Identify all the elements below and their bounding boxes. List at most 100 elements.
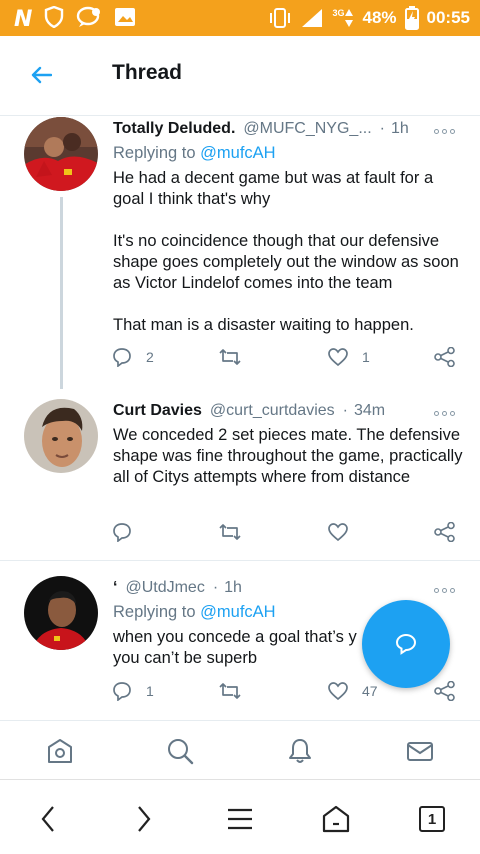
back-button[interactable] — [26, 62, 56, 88]
share-button[interactable] — [434, 681, 456, 701]
signal-icon — [300, 7, 324, 29]
tweet-paragraph: He had a decent game but was at fault fo… — [113, 169, 434, 208]
more-options-icon[interactable] — [434, 127, 456, 135]
chat-bubble-icon — [76, 6, 102, 33]
compose-reply-button[interactable] — [362, 600, 450, 688]
tab-home[interactable] — [44, 735, 76, 767]
like-button[interactable]: 47 — [328, 681, 378, 701]
tab-messages[interactable] — [404, 735, 436, 767]
tweet-text: We conceded 2 set pieces mate. The defen… — [113, 425, 463, 488]
retweet-button[interactable] — [218, 347, 242, 367]
browser-tabs-button[interactable]: 1 — [415, 802, 449, 836]
messages-mail-icon — [407, 742, 433, 761]
heart-icon — [328, 682, 348, 701]
like-count: 1 — [362, 349, 370, 365]
battery-charging-icon — [404, 6, 419, 30]
battery-percent: 48% — [362, 8, 397, 27]
browser-forward-button[interactable] — [127, 802, 161, 836]
reply-button[interactable] — [112, 522, 146, 542]
author-name[interactable]: ‘ — [113, 579, 117, 597]
heart-icon — [328, 348, 348, 367]
tweet-paragraph: It's no coincidence though that our defe… — [113, 232, 459, 292]
tabs-icon: 1 — [419, 806, 445, 832]
status-bar: N 3G 48% 00:55 — [0, 0, 480, 36]
share-icon — [434, 681, 455, 701]
back-chevron-icon — [41, 806, 54, 832]
reply-icon — [113, 523, 131, 542]
mention-link[interactable]: @mufcAH — [200, 603, 275, 621]
browser-menu-button[interactable] — [223, 802, 257, 836]
share-icon — [434, 347, 455, 367]
browser-home-button[interactable] — [319, 802, 353, 836]
meta-separator: · — [342, 402, 348, 419]
page-title: Thread — [112, 61, 183, 84]
tweet-time[interactable]: 1h — [391, 120, 409, 138]
notifications-bell-icon — [289, 739, 311, 763]
mention-link[interactable]: @mufcAH — [200, 144, 275, 162]
browser-nav-bar: 1 — [0, 779, 480, 854]
avatar[interactable] — [24, 576, 98, 650]
meta-separator: · — [212, 579, 219, 596]
reply-icon — [113, 682, 131, 701]
reply-count: 1 — [146, 683, 154, 699]
bottom-tab-bar — [0, 720, 480, 779]
thread-header: Thread — [0, 36, 480, 116]
tweet-actions — [112, 522, 462, 546]
menu-icon — [228, 808, 252, 830]
reply-icon — [113, 348, 131, 367]
more-options-icon[interactable] — [434, 409, 456, 417]
replying-to: Replying to @mufcAH — [113, 144, 276, 163]
reply-button[interactable]: 2 — [112, 347, 154, 367]
vibrate-icon — [268, 7, 292, 29]
avatar[interactable] — [24, 399, 98, 473]
thread-connector — [60, 197, 63, 389]
reply-button[interactable]: 1 — [112, 681, 154, 701]
tweet[interactable]: Totally Deluded. @MUFC_NYG_... · 1h Repl… — [0, 117, 480, 389]
author-name[interactable]: Totally Deluded. — [113, 120, 235, 138]
share-button[interactable] — [434, 522, 456, 542]
like-button[interactable]: 1 — [328, 347, 370, 367]
tweet-actions: 2 1 — [112, 347, 462, 371]
like-count: 47 — [362, 683, 378, 699]
tweet-time[interactable]: 34m — [354, 402, 385, 420]
tab-search[interactable] — [164, 735, 196, 767]
author-handle[interactable]: @MUFC_NYG_... — [243, 120, 371, 138]
tab-notifications[interactable] — [284, 735, 316, 767]
image-icon — [114, 7, 136, 32]
reply-count: 2 — [146, 349, 154, 365]
author-handle[interactable]: @curt_curtdavies — [210, 402, 335, 420]
home-icon — [322, 805, 350, 833]
tweet[interactable]: Curt Davies @curt_curtdavies · 34m We co… — [0, 399, 480, 560]
browser-back-button[interactable] — [31, 802, 65, 836]
more-options-icon[interactable] — [434, 586, 456, 594]
home-icon — [48, 739, 72, 763]
replying-to: Replying to @mufcAH — [113, 603, 276, 622]
avatar[interactable] — [24, 117, 98, 191]
data-arrows-icon — [345, 9, 354, 27]
like-button[interactable] — [328, 522, 362, 542]
retweet-button[interactable] — [218, 522, 242, 542]
app-logo-icon: N — [14, 6, 33, 32]
arrow-left-icon — [31, 66, 52, 84]
forward-chevron-icon — [138, 806, 151, 832]
retweet-icon — [219, 683, 241, 699]
tweet-time[interactable]: 1h — [224, 579, 242, 597]
tweet-paragraph: We conceded 2 set pieces mate. The defen… — [113, 426, 463, 486]
clock: 00:55 — [426, 8, 470, 27]
tweet-paragraph: That man is a disaster waiting to happen… — [113, 316, 414, 334]
search-icon — [168, 739, 194, 765]
share-icon — [434, 522, 455, 542]
retweet-button[interactable] — [218, 681, 242, 701]
retweet-icon — [219, 524, 241, 540]
shield-icon — [44, 5, 64, 33]
author-name[interactable]: Curt Davies — [113, 402, 202, 420]
replying-to-label: Replying to — [113, 603, 196, 621]
author-handle[interactable]: @UtdJmec — [125, 579, 204, 597]
retweet-icon — [219, 349, 241, 365]
meta-separator: · — [379, 120, 385, 137]
compose-reply-icon — [395, 633, 417, 655]
tweet-divider — [0, 560, 480, 561]
share-button[interactable] — [434, 347, 456, 367]
network-type-label: 3G — [332, 8, 345, 18]
replying-to-label: Replying to — [113, 144, 196, 162]
